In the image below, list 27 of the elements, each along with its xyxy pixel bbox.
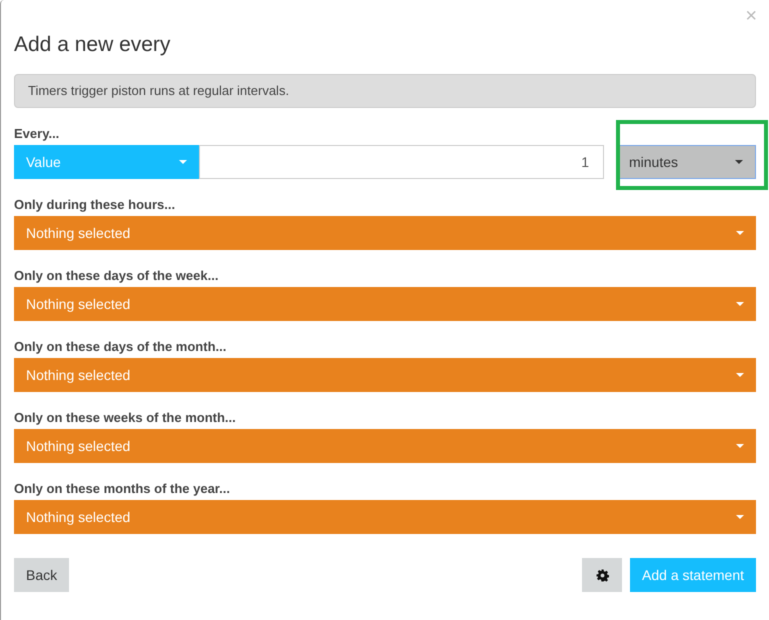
caret-icon <box>179 160 187 164</box>
settings-icon <box>596 568 609 582</box>
field-label: Only during these hours... <box>14 197 176 213</box>
dialog-title: Add a new every <box>13 32 170 58</box>
add-statement-button[interactable]: Add a statement <box>630 558 756 592</box>
filter-dropdown[interactable]: Nothing selected <box>14 429 756 463</box>
field-label: Every... <box>14 126 60 142</box>
field-label: Only on these days of the month... <box>14 339 226 355</box>
caret-icon <box>736 231 744 235</box>
caret-icon <box>736 373 744 377</box>
close-button[interactable]: × <box>745 6 757 26</box>
filter-dropdown[interactable]: Nothing selected <box>14 216 756 250</box>
field-label: Only on these months of the year... <box>14 481 230 497</box>
info-box: Timers trigger piston runs at regular intervals. <box>14 74 756 108</box>
filter-dropdown[interactable]: Nothing selected <box>14 500 756 534</box>
caret-icon <box>736 444 744 448</box>
back-button[interactable]: Back <box>14 558 70 592</box>
field-label: Only on these days of the week... <box>14 268 218 284</box>
settings-button[interactable] <box>582 558 622 592</box>
filter-dropdown[interactable]: Nothing selected <box>14 287 756 321</box>
type-dropdown[interactable]: Value <box>14 145 199 179</box>
caret-icon <box>736 302 744 306</box>
field-label: Only on these weeks of the month... <box>14 410 236 426</box>
value-input[interactable]: 1 <box>199 145 604 179</box>
filter-dropdown[interactable]: Nothing selected <box>14 358 756 392</box>
caret-icon <box>736 515 744 519</box>
caret-icon <box>735 160 743 164</box>
